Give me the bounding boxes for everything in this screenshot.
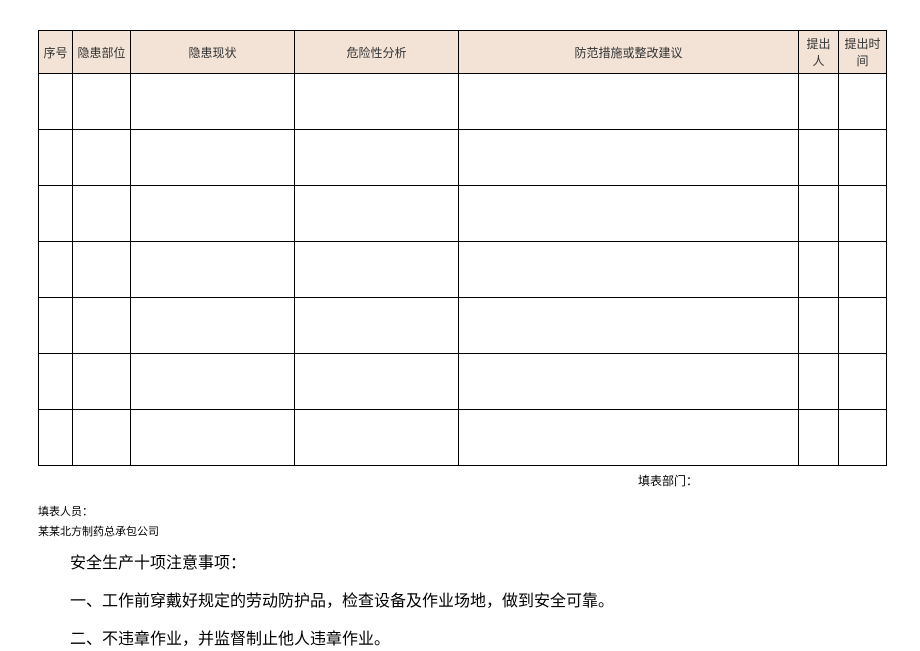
footer-row: 填表部门： xyxy=(38,472,882,489)
table-cell xyxy=(839,74,887,130)
table-cell xyxy=(39,298,73,354)
company-name: 某某北方制药总承包公司 xyxy=(38,523,882,539)
table-cell xyxy=(39,74,73,130)
table-cell xyxy=(39,410,73,466)
table-cell xyxy=(131,298,295,354)
person-label: 填表人员： xyxy=(38,503,882,519)
table-cell xyxy=(131,242,295,298)
table-cell xyxy=(799,354,839,410)
note-item-1: 一、工作前穿戴好规定的劳动防护品，检查设备及作业场地，做到安全可靠。 xyxy=(70,587,882,611)
table-cell xyxy=(39,354,73,410)
notes-title: 安全生产十项注意事项： xyxy=(70,549,882,573)
table-cell xyxy=(131,74,295,130)
header-action: 防范措施或整改建议 xyxy=(459,31,799,74)
table-cell xyxy=(73,74,131,130)
table-cell xyxy=(839,130,887,186)
table-cell xyxy=(73,298,131,354)
table-cell xyxy=(131,130,295,186)
table-cell xyxy=(295,410,459,466)
table-cell xyxy=(459,186,799,242)
table-cell xyxy=(799,410,839,466)
table-cell xyxy=(839,410,887,466)
table-cell xyxy=(73,410,131,466)
table-row xyxy=(39,242,887,298)
table-cell xyxy=(39,242,73,298)
hazard-table: 序号 隐患部位 隐患现状 危险性分析 防范措施或整改建议 提出人 提出时间 xyxy=(38,30,887,466)
header-proposer: 提出人 xyxy=(799,31,839,74)
table-row xyxy=(39,130,887,186)
table-cell xyxy=(295,74,459,130)
table-cell xyxy=(839,298,887,354)
table-cell xyxy=(799,130,839,186)
table-cell xyxy=(799,242,839,298)
table-cell xyxy=(73,242,131,298)
table-cell xyxy=(799,186,839,242)
table-cell xyxy=(295,298,459,354)
table-cell xyxy=(459,410,799,466)
table-cell xyxy=(459,242,799,298)
table-row xyxy=(39,298,887,354)
header-seq: 序号 xyxy=(39,31,73,74)
table-cell xyxy=(295,354,459,410)
table-row xyxy=(39,354,887,410)
header-position: 隐患部位 xyxy=(73,31,131,74)
table-cell xyxy=(799,298,839,354)
note-item-2: 二、不违章作业，并监督制止他人违章作业。 xyxy=(70,625,882,649)
table-cell xyxy=(73,186,131,242)
table-cell xyxy=(839,242,887,298)
table-cell xyxy=(459,298,799,354)
notes-section: 安全生产十项注意事项： 一、工作前穿戴好规定的劳动防护品，检查设备及作业场地，做… xyxy=(38,549,882,649)
header-risk: 危险性分析 xyxy=(295,31,459,74)
table-cell xyxy=(799,74,839,130)
table-cell xyxy=(39,130,73,186)
table-header-row: 序号 隐患部位 隐患现状 危险性分析 防范措施或整改建议 提出人 提出时间 xyxy=(39,31,887,74)
table-row xyxy=(39,410,887,466)
header-time: 提出时间 xyxy=(839,31,887,74)
table-cell xyxy=(295,186,459,242)
header-description: 隐患现状 xyxy=(131,31,295,74)
table-cell xyxy=(459,354,799,410)
table-cell xyxy=(295,242,459,298)
table-cell xyxy=(131,410,295,466)
table-cell xyxy=(459,130,799,186)
dept-label: 填表部门： xyxy=(638,472,698,489)
document-page: 序号 隐患部位 隐患现状 危险性分析 防范措施或整改建议 提出人 提出时间 填表… xyxy=(0,0,920,649)
table-cell xyxy=(131,354,295,410)
table-cell xyxy=(459,74,799,130)
table-cell xyxy=(295,130,459,186)
table-cell xyxy=(73,354,131,410)
table-cell xyxy=(131,186,295,242)
table-cell xyxy=(73,130,131,186)
table-row xyxy=(39,186,887,242)
table-cell xyxy=(839,186,887,242)
table-cell xyxy=(39,186,73,242)
table-body xyxy=(39,74,887,466)
table-cell xyxy=(839,354,887,410)
table-row xyxy=(39,74,887,130)
